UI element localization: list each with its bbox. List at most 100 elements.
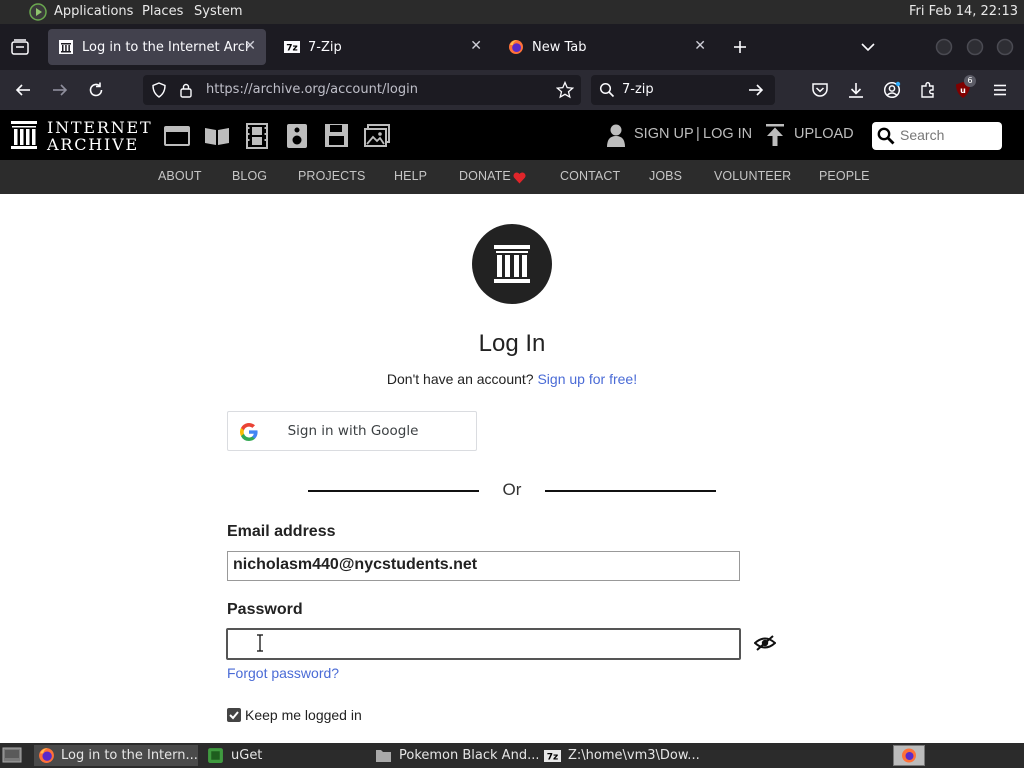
close-tab-icon[interactable]: ✕ [694, 38, 706, 54]
maximize-window-icon[interactable] [966, 38, 984, 56]
browser-tab-bar: Log in to the Internet Archive ✕ 7z 7-Zi… [0, 24, 1024, 70]
donate-heart-icon[interactable] [513, 172, 526, 184]
audio-speaker-icon[interactable] [286, 123, 308, 149]
keep-logged-in-label[interactable]: Keep me logged in [245, 707, 362, 723]
taskbar-item-label: uGet [231, 748, 263, 763]
svg-text:7z: 7z [286, 44, 298, 54]
show-password-eye-icon[interactable] [754, 634, 776, 652]
close-window-icon[interactable] [996, 38, 1014, 56]
ia-search-box[interactable]: Search [872, 122, 1002, 150]
sign-up-link[interactable]: SIGN UP [634, 126, 694, 142]
password-field[interactable] [226, 628, 741, 660]
archive-favicon-icon [58, 39, 74, 55]
ia-top-header: INTERNET ARCHIVE SIGN UP | LOG IN UPLOAD… [0, 110, 1024, 160]
show-desktop-icon[interactable] [2, 746, 22, 765]
ia-logo-icon[interactable] [10, 120, 38, 150]
google-signin-button[interactable]: Sign in with Google [227, 411, 477, 451]
account-icon[interactable] [883, 81, 901, 99]
close-tab-icon[interactable]: ✕ [470, 38, 482, 54]
new-tab-plus-icon[interactable] [731, 38, 749, 56]
lock-icon[interactable] [179, 82, 193, 98]
7zip-icon: 7z [544, 749, 561, 763]
workspace-switcher-icon[interactable] [893, 745, 925, 766]
svg-text:7z: 7z [547, 752, 559, 762]
forward-arrow-icon[interactable] [51, 81, 69, 99]
list-all-tabs-chevron-icon[interactable] [859, 40, 877, 54]
upload-icon[interactable] [765, 123, 785, 147]
nav-volunteer[interactable]: VOLUNTEER [714, 169, 791, 183]
bookmark-star-icon[interactable] [556, 81, 574, 99]
pocket-icon[interactable] [811, 81, 829, 99]
go-arrow-icon[interactable] [747, 82, 765, 98]
reload-icon[interactable] [87, 81, 105, 99]
tab-overview-icon[interactable] [11, 39, 29, 55]
ia-search-placeholder[interactable]: Search [900, 127, 944, 143]
nav-about[interactable]: ABOUT [158, 169, 202, 183]
taskbar-item-label: Z:\home\vm3\Dow... [568, 748, 700, 763]
video-film-icon[interactable] [244, 123, 270, 149]
tab-7-zip[interactable]: 7z 7-Zip ✕ [274, 29, 492, 65]
log-in-link[interactable]: LOG IN [703, 126, 752, 142]
uget-icon [207, 747, 224, 764]
hamburger-menu-icon[interactable] [991, 81, 1009, 99]
tab-new-tab[interactable]: New Tab ✕ [498, 29, 716, 65]
system-menu[interactable]: System [194, 4, 242, 19]
web-archive-icon[interactable] [164, 125, 190, 147]
url-bar[interactable]: https://archive.org/account/login [143, 75, 581, 105]
minimize-window-icon[interactable] [935, 38, 953, 56]
system-top-panel: Applications Places System Fri Feb 14, 2… [0, 0, 1024, 24]
email-field-value: nicholasm440@nycstudents.net [233, 556, 478, 573]
software-floppy-icon[interactable] [324, 123, 349, 148]
downloads-icon[interactable] [847, 81, 865, 99]
or-divider-right [545, 490, 716, 492]
url-text[interactable]: https://archive.org/account/login [206, 82, 418, 97]
images-icon[interactable] [364, 124, 390, 147]
svg-text:u: u [960, 86, 966, 95]
forgot-password-link[interactable]: Forgot password? [227, 665, 339, 681]
ia-logo-text-line2[interactable]: ARCHIVE [47, 135, 139, 154]
extensions-puzzle-icon[interactable] [919, 81, 937, 99]
no-account-text: Don't have an account? [386, 371, 534, 387]
places-menu[interactable]: Places [142, 4, 183, 19]
ia-circle-logo-icon [472, 224, 552, 304]
email-field[interactable]: nicholasm440@nycstudents.net [227, 551, 740, 581]
taskbar-item-label: Log in to the Intern... [61, 748, 198, 763]
login-page-content: Log In Don't have an account? Sign up fo… [0, 194, 1024, 743]
search-icon [877, 127, 895, 145]
taskbar-item-uget[interactable]: uGet [204, 745, 364, 766]
email-label: Email address [227, 523, 336, 540]
nav-help[interactable]: HELP [394, 169, 427, 183]
search-bar[interactable]: 7-zip [591, 75, 775, 105]
tab-internet-archive-login[interactable]: Log in to the Internet Archive ✕ [48, 29, 266, 65]
applications-menu[interactable]: Applications [54, 4, 133, 19]
signup-link[interactable]: Sign up for free! [537, 371, 637, 387]
system-taskbar: Log in to the Intern... uGet Pokemon Bla… [0, 743, 1024, 768]
clock[interactable]: Fri Feb 14, 22:13 [909, 4, 1018, 19]
browser-nav-bar: https://archive.org/account/login 7-zip … [0, 70, 1024, 110]
folder-icon [375, 748, 392, 763]
tracking-protection-shield-icon[interactable] [151, 82, 167, 98]
keep-logged-in-checkbox[interactable] [227, 708, 241, 722]
upload-link[interactable]: UPLOAD [794, 126, 854, 142]
nav-donate[interactable]: DONATE [459, 169, 511, 183]
nav-contact[interactable]: CONTACT [560, 169, 620, 183]
tab-title: 7-Zip [308, 39, 342, 55]
firefox-icon [38, 747, 55, 764]
close-tab-icon[interactable]: ✕ [244, 38, 256, 54]
nav-blog[interactable]: BLOG [232, 169, 267, 183]
nav-people[interactable]: PEOPLE [819, 169, 870, 183]
mate-logo-icon[interactable] [29, 3, 48, 21]
user-icon[interactable] [606, 123, 626, 147]
texts-book-icon[interactable] [204, 126, 230, 146]
taskbar-item-folder[interactable]: Pokemon Black And... [372, 745, 538, 766]
search-icon [599, 82, 615, 98]
nav-projects[interactable]: PROJECTS [298, 169, 365, 183]
firefox-favicon-icon [508, 39, 524, 55]
back-arrow-icon[interactable] [14, 81, 32, 99]
taskbar-item-firefox[interactable]: Log in to the Intern... [34, 745, 198, 766]
search-bar-text[interactable]: 7-zip [622, 82, 654, 97]
or-divider-text: Or [502, 480, 522, 499]
nav-jobs[interactable]: JOBS [649, 169, 682, 183]
taskbar-item-7zip[interactable]: 7z Z:\home\vm3\Dow... [541, 745, 711, 766]
google-button-label: Sign in with Google [287, 423, 419, 439]
